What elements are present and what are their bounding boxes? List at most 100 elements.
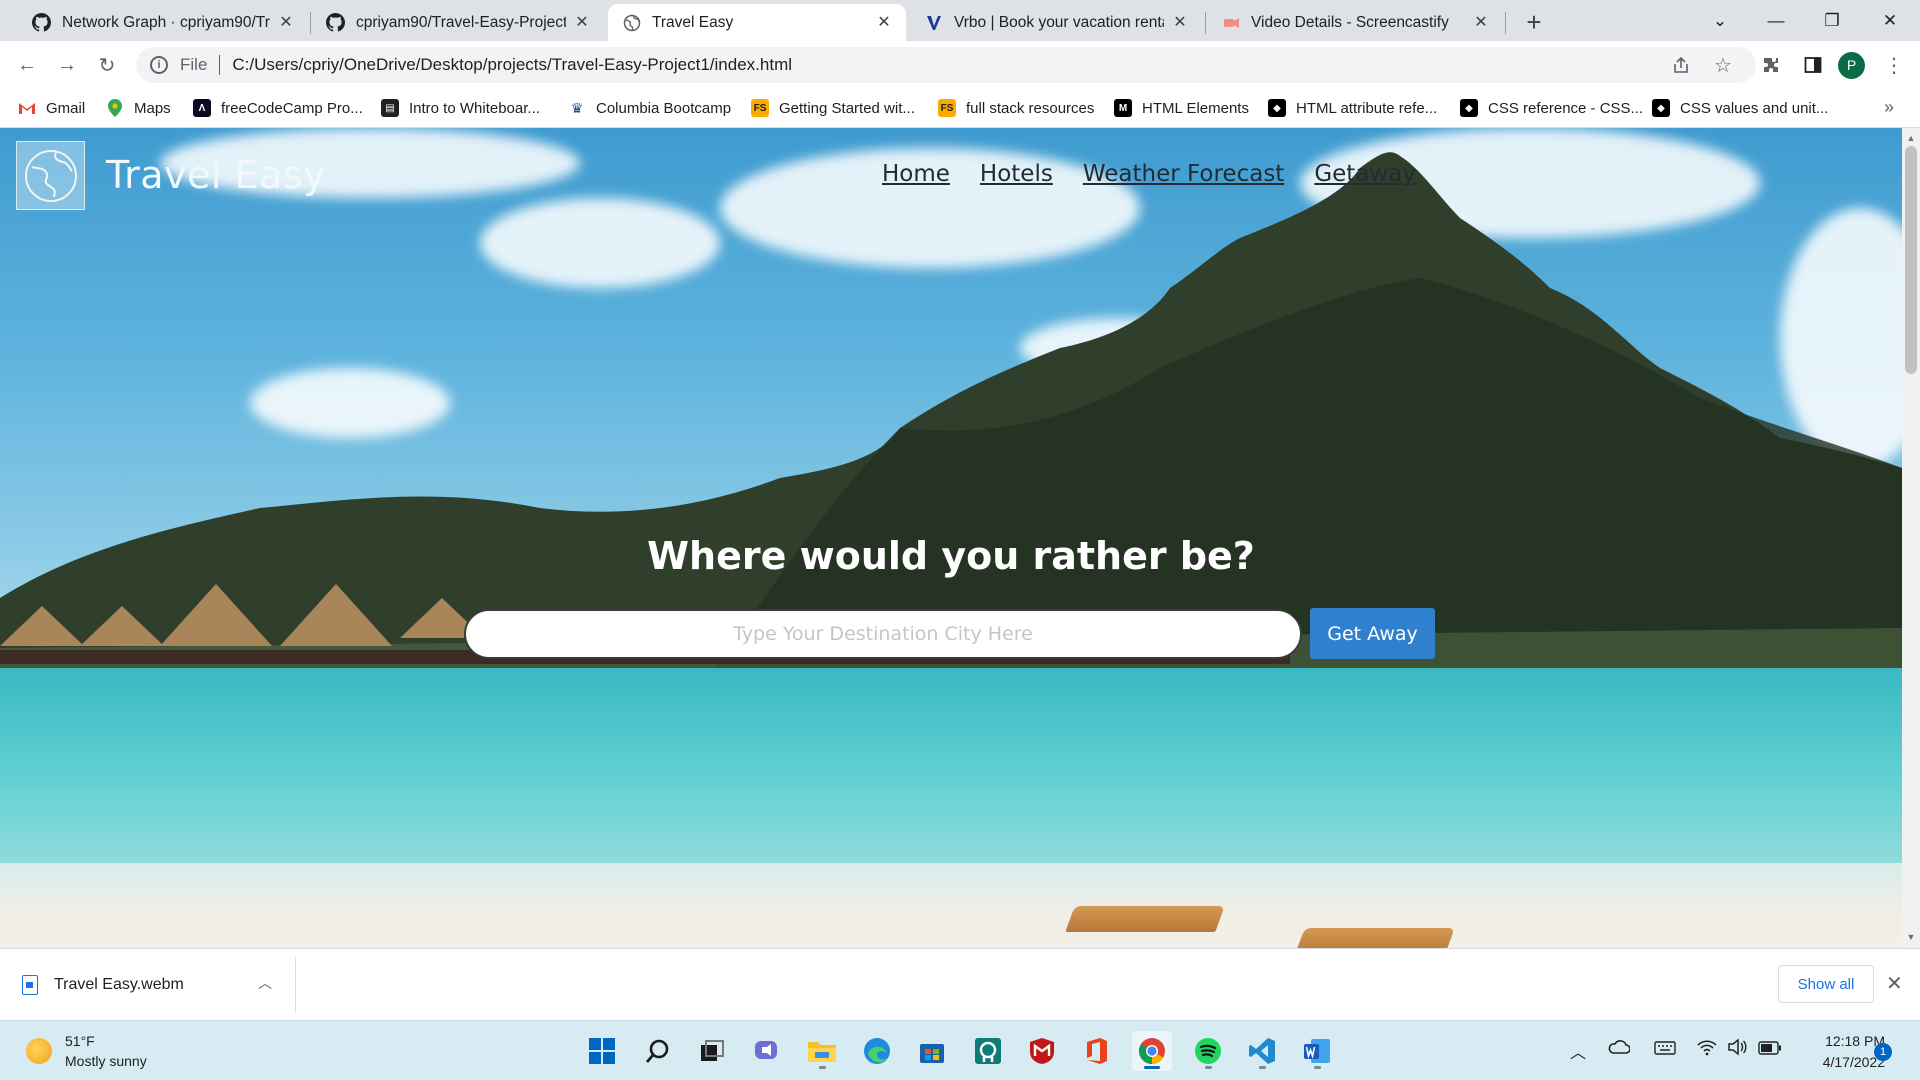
bookmark-freecodecamp[interactable]: Λ freeCodeCamp Pro... <box>193 97 363 119</box>
task-view-icon[interactable] <box>692 1031 732 1071</box>
tab-title: Travel Easy <box>652 13 734 31</box>
file-explorer-icon[interactable] <box>802 1031 842 1071</box>
close-tab-icon[interactable]: ✕ <box>276 13 296 33</box>
chevron-up-icon[interactable]: ︿ <box>1570 1039 1586 1063</box>
profile-avatar[interactable]: P <box>1838 52 1865 79</box>
bookmark-full-stack[interactable]: FS full stack resources <box>938 97 1094 119</box>
tab-title: Video Details - Screencastify <box>1251 13 1449 31</box>
download-divider <box>295 957 296 1013</box>
scroll-up-arrow-icon[interactable]: ▲ <box>1905 133 1917 147</box>
site-logo[interactable] <box>16 141 85 210</box>
nav-getaway[interactable]: Getaway <box>1314 161 1416 187</box>
video-file-icon <box>22 975 38 995</box>
download-item[interactable]: Travel Easy.webm <box>22 949 184 1021</box>
maps-icon <box>106 99 124 117</box>
tab-travel-easy-repo[interactable]: cpriyam90/Travel-Easy-Project1 ✕ <box>312 4 604 41</box>
bookmark-gmail[interactable]: Gmail <box>18 97 85 119</box>
tab-search-icon[interactable]: ⌄ <box>1692 0 1748 41</box>
clock-time[interactable]: 12:18 PM <box>1805 1033 1885 1049</box>
bookmark-columbia[interactable]: ♛ Columbia Bootcamp <box>568 97 731 119</box>
chevron-up-icon[interactable]: ︿ <box>258 973 272 993</box>
tab-travel-easy[interactable]: Travel Easy ✕ <box>608 4 906 41</box>
bookmark-maps[interactable]: Maps <box>106 97 171 119</box>
mcafee-icon[interactable] <box>1022 1031 1062 1071</box>
destination-search-input[interactable] <box>464 609 1302 659</box>
word-icon[interactable] <box>1297 1031 1337 1071</box>
nav-weather-forecast[interactable]: Weather Forecast <box>1083 161 1284 187</box>
bookmark-getting-started[interactable]: FS Getting Started wit... <box>751 97 915 119</box>
globe-icon <box>622 13 641 32</box>
close-tab-icon[interactable]: ✕ <box>1471 13 1491 33</box>
bookmark-label: HTML Elements <box>1142 99 1249 117</box>
menu-kebab-icon[interactable]: ⋮ <box>1878 49 1910 81</box>
close-downloads-icon[interactable]: ✕ <box>1886 971 1903 996</box>
github-icon <box>32 13 51 32</box>
nav-hotels[interactable]: Hotels <box>980 161 1053 187</box>
notification-badge[interactable]: 1 <box>1874 1043 1892 1061</box>
edge-icon[interactable] <box>857 1031 897 1071</box>
freecodecamp-icon: Λ <box>193 99 211 117</box>
vscode-icon[interactable] <box>1242 1031 1282 1071</box>
bookmarks-overflow-icon[interactable]: » <box>1884 97 1894 118</box>
info-icon[interactable]: i <box>150 56 168 74</box>
teams-chat-icon[interactable] <box>747 1031 787 1071</box>
reload-icon[interactable]: ↻ <box>91 49 123 81</box>
start-button[interactable] <box>582 1031 622 1071</box>
bookmark-whiteboard[interactable]: ▤ Intro to Whiteboar... <box>381 97 540 119</box>
back-arrow-icon[interactable]: ← <box>11 49 43 81</box>
weather-sun-icon[interactable] <box>26 1038 52 1064</box>
wifi-icon[interactable] <box>1697 1038 1717 1061</box>
bookmark-html-attribute[interactable]: ◆ HTML attribute refe... <box>1268 97 1437 119</box>
nav-home[interactable]: Home <box>882 161 950 187</box>
minimize-button[interactable]: — <box>1748 0 1804 41</box>
gmail-icon <box>18 99 36 117</box>
tab-title: cpriyam90/Travel-Easy-Project1 <box>356 13 566 31</box>
spotify-icon[interactable] <box>1188 1031 1228 1071</box>
address-bar[interactable]: i File C:/Users/cpriy/OneDrive/Desktop/p… <box>136 47 1756 83</box>
battery-icon[interactable] <box>1758 1041 1782 1060</box>
close-tab-icon[interactable]: ✕ <box>1170 13 1190 33</box>
ms-store-icon[interactable] <box>912 1031 952 1071</box>
bookmark-css-reference[interactable]: ◆ CSS reference - CSS... <box>1460 97 1643 119</box>
chrome-icon[interactable] <box>1132 1031 1172 1071</box>
gitkraken-icon[interactable] <box>968 1031 1008 1071</box>
fs-icon: FS <box>938 99 956 117</box>
tab-screencastify[interactable]: Video Details - Screencastify ✕ <box>1207 4 1503 41</box>
scroll-down-arrow-icon[interactable]: ▼ <box>1905 932 1917 946</box>
close-tab-icon[interactable]: ✕ <box>874 13 894 33</box>
bookmark-label: CSS values and unit... <box>1680 99 1829 117</box>
new-tab-button[interactable]: + <box>1519 7 1549 37</box>
share-icon[interactable] <box>1665 49 1697 81</box>
bookmark-label: Columbia Bootcamp <box>596 99 732 117</box>
bookmark-css-values[interactable]: ◆ CSS values and unit... <box>1652 97 1828 119</box>
browser-tab-strip: Network Graph · cpriyam90/Trave ✕ cpriya… <box>0 0 1920 41</box>
volume-icon[interactable] <box>1727 1038 1747 1061</box>
tab-vrbo[interactable]: Vrbo | Book your vacation rentals ✕ <box>910 4 1202 41</box>
hero-heading: Where would you rather be? <box>647 534 1255 578</box>
tab-divider <box>1505 12 1506 34</box>
side-panel-icon[interactable] <box>1797 49 1829 81</box>
weather-description[interactable]: Mostly sunny <box>65 1053 147 1069</box>
bookmark-label: Getting Started wit... <box>779 99 915 117</box>
search-icon[interactable] <box>638 1031 678 1071</box>
office-icon[interactable] <box>1077 1031 1117 1071</box>
tab-network-graph[interactable]: Network Graph · cpriyam90/Trave ✕ <box>18 4 308 41</box>
restore-button[interactable]: ❐ <box>1804 0 1860 41</box>
beach-sand <box>0 863 1902 948</box>
bookmark-star-icon[interactable]: ☆ <box>1707 49 1739 81</box>
show-all-downloads-button[interactable]: Show all <box>1778 965 1874 1003</box>
scrollbar-thumb[interactable] <box>1905 146 1917 374</box>
bookmark-html-elements[interactable]: M HTML Elements <box>1114 97 1249 119</box>
clock-date[interactable]: 4/17/2022 <box>1797 1054 1885 1070</box>
vrbo-icon <box>924 13 943 32</box>
weather-temperature[interactable]: 51°F <box>65 1033 95 1049</box>
close-tab-icon[interactable]: ✕ <box>572 13 592 33</box>
url-text[interactable]: C:/Users/cpriy/OneDrive/Desktop/projects… <box>232 55 792 75</box>
close-window-button[interactable]: ✕ <box>1862 0 1918 41</box>
keyboard-icon[interactable] <box>1654 1041 1676 1060</box>
onedrive-cloud-icon[interactable] <box>1608 1039 1631 1060</box>
forward-arrow-icon[interactable]: → <box>51 49 83 81</box>
get-away-button[interactable]: Get Away <box>1310 608 1435 659</box>
extensions-icon[interactable] <box>1755 49 1787 81</box>
bookmark-label: Intro to Whiteboar... <box>409 99 540 117</box>
